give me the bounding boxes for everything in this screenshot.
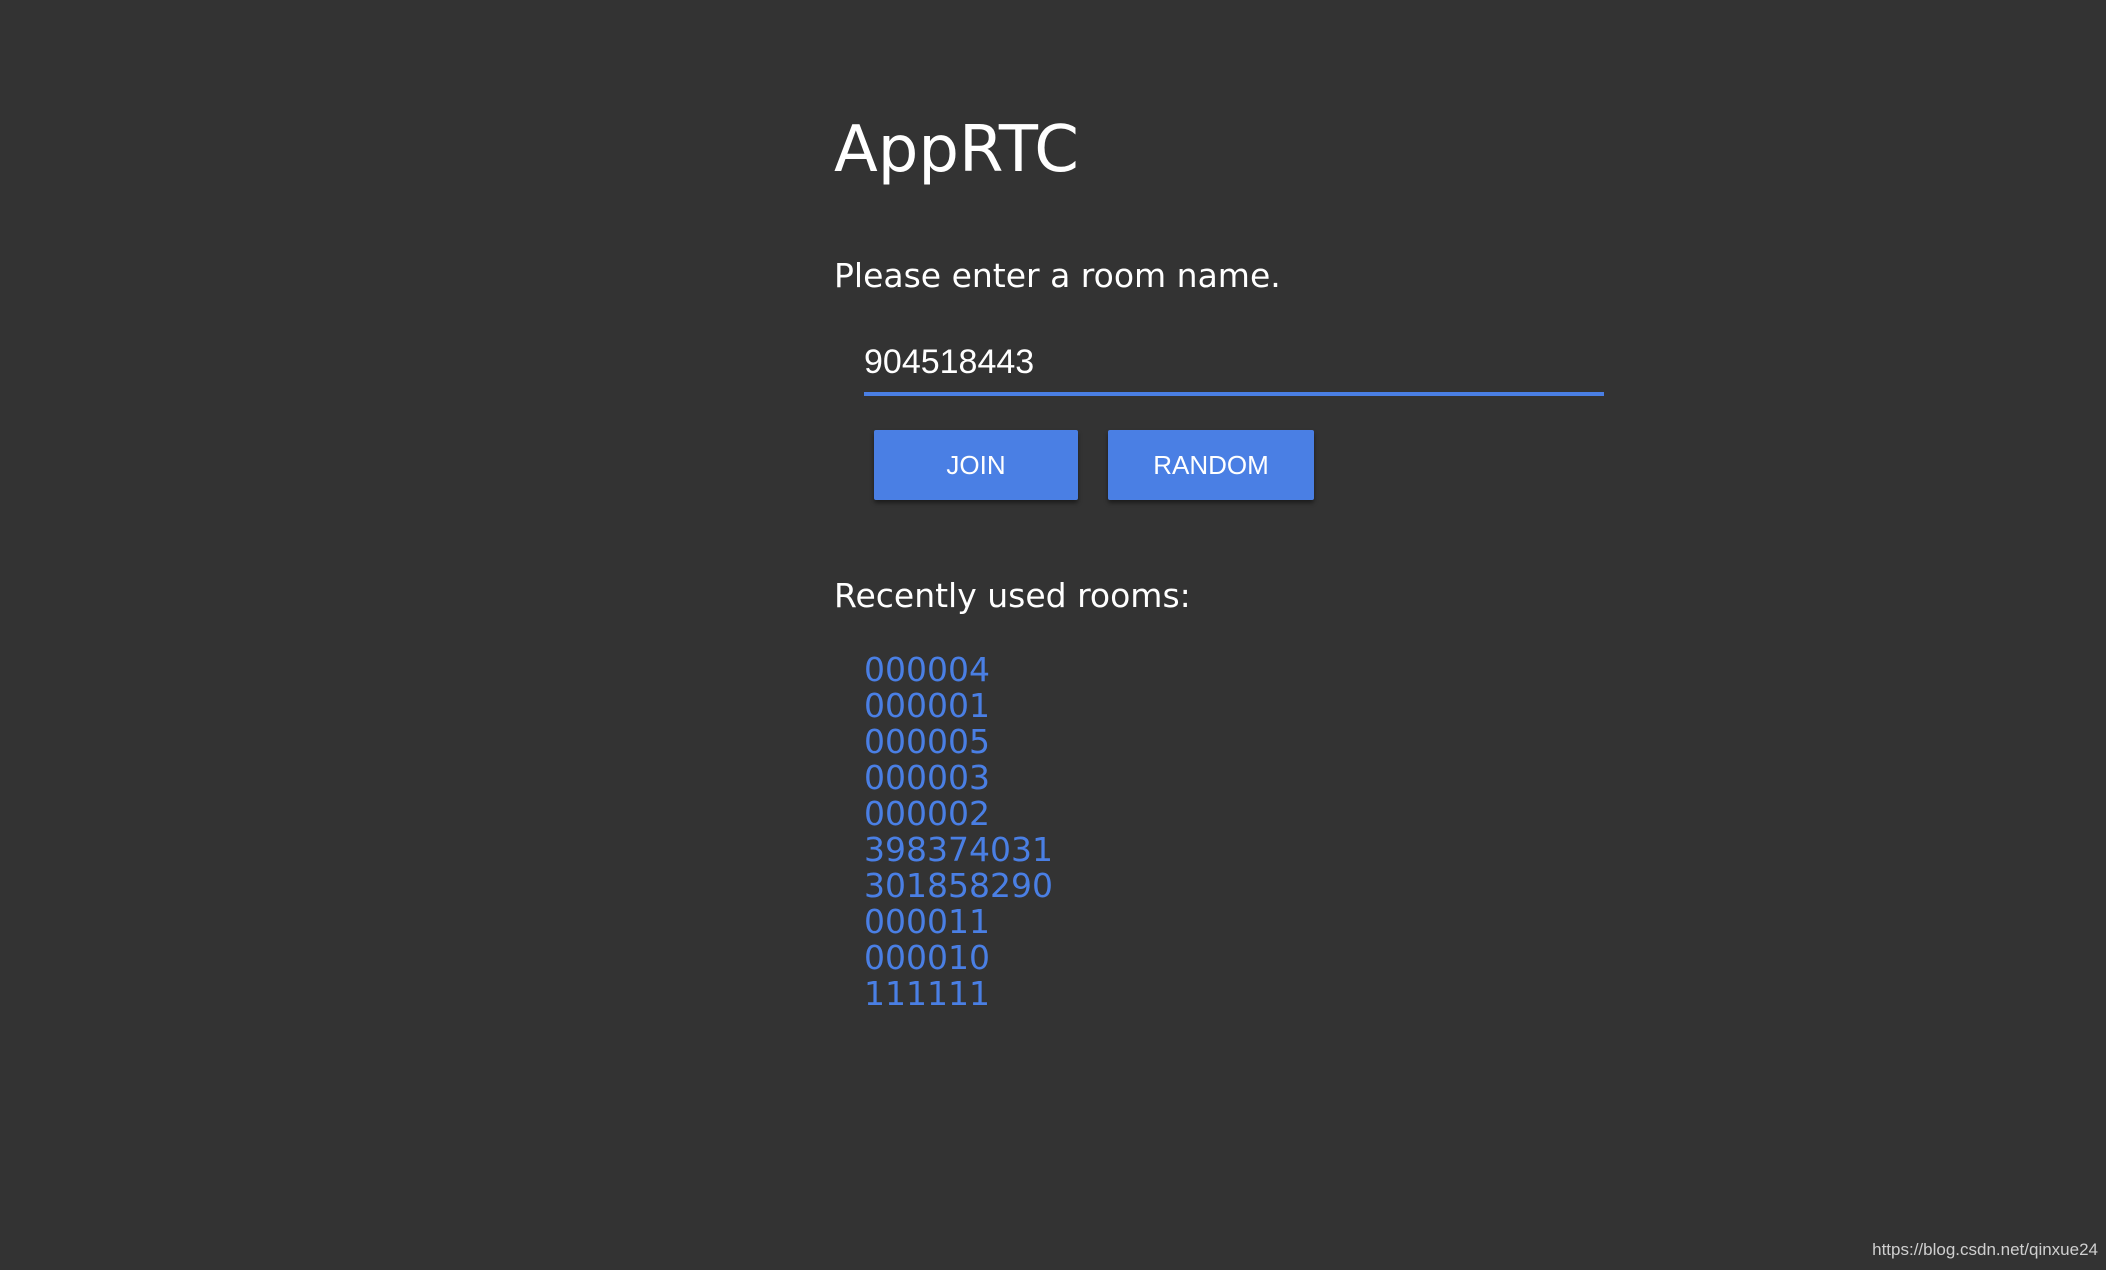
recent-room-item: 000001 — [864, 688, 1053, 724]
watermark-url: https://blog.csdn.net/qinxue24 — [1872, 1240, 2098, 1259]
recent-room-item: 301858290 — [864, 868, 1053, 904]
recent-room-link[interactable]: 301858290 — [864, 866, 1053, 905]
recent-room-link[interactable]: 111111 — [864, 974, 990, 1013]
recent-room-item: 111111 — [864, 976, 1053, 1012]
recent-room-item: 000003 — [864, 760, 1053, 796]
recent-rooms-heading: Recently used rooms: — [834, 576, 1191, 615]
recent-room-item: 000011 — [864, 904, 1053, 940]
recent-room-link[interactable]: 000010 — [864, 938, 990, 977]
random-button[interactable]: RANDOM — [1108, 430, 1314, 500]
recent-room-link[interactable]: 000001 — [864, 686, 990, 725]
app-title: AppRTC — [834, 113, 1079, 187]
recent-room-item: 000004 — [864, 652, 1053, 688]
recent-room-item: 000010 — [864, 940, 1053, 976]
recent-room-link[interactable]: 398374031 — [864, 830, 1053, 869]
recent-room-item: 000002 — [864, 796, 1053, 832]
recent-room-item: 398374031 — [864, 832, 1053, 868]
recent-room-link[interactable]: 000003 — [864, 758, 990, 797]
join-button[interactable]: JOIN — [874, 430, 1078, 500]
room-name-input[interactable] — [864, 340, 1604, 396]
recent-room-link[interactable]: 000002 — [864, 794, 990, 833]
recent-rooms-list: 000004 000001 000005 000003 000002 39837… — [864, 652, 1053, 1012]
recent-room-link[interactable]: 000004 — [864, 650, 990, 689]
recent-room-item: 000005 — [864, 724, 1053, 760]
recent-room-link[interactable]: 000011 — [864, 902, 990, 941]
recent-room-link[interactable]: 000005 — [864, 722, 990, 761]
room-name-prompt: Please enter a room name. — [834, 256, 1281, 295]
